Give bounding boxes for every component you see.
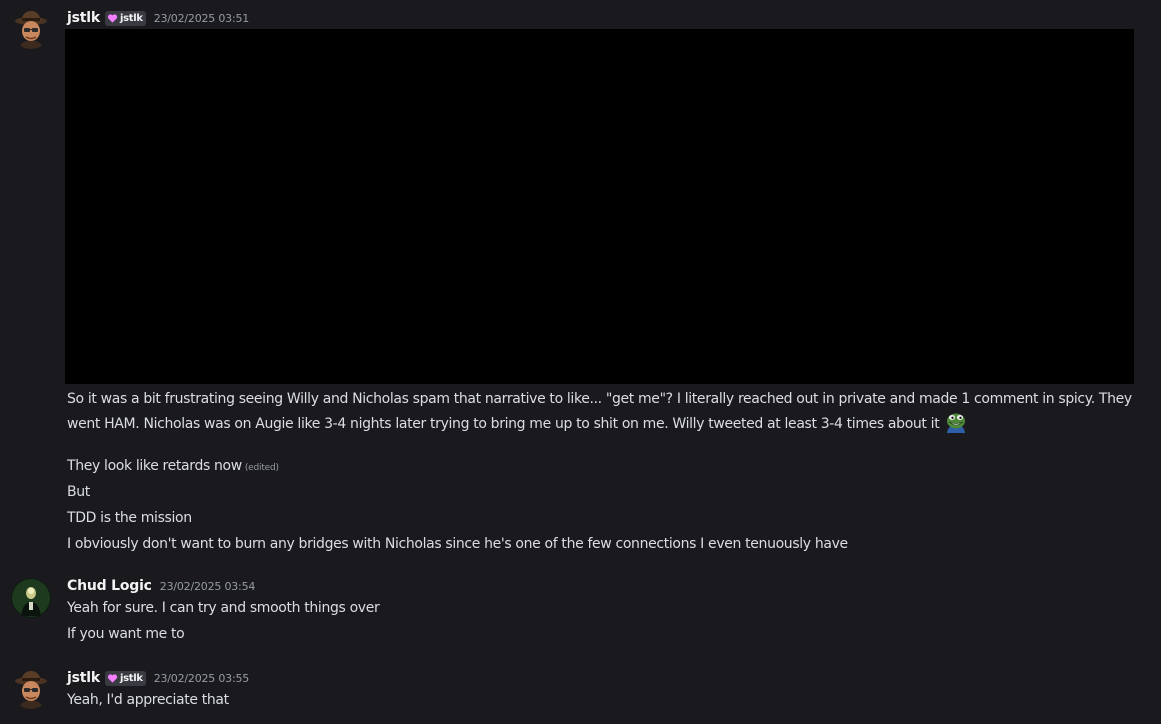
message-text: If you want me to <box>67 622 185 646</box>
cowboy-avatar-icon <box>11 669 51 709</box>
username[interactable]: jstlk <box>67 10 100 26</box>
username[interactable]: Chud Logic <box>67 578 152 594</box>
username[interactable]: jstlk <box>67 670 100 686</box>
message-text: I obviously don't want to burn any bridg… <box>67 532 848 556</box>
timestamp[interactable]: 23/02/2025 03:54 <box>160 580 256 593</box>
image-attachment[interactable] <box>65 29 1134 384</box>
chat-message-list: jstlk jstlk 23/02/2025 03:51 So it was a… <box>0 0 1161 724</box>
avatar-jstlk[interactable] <box>11 669 51 709</box>
message-text-content: TDD is the mission <box>67 510 192 526</box>
message-text-content: Yeah for sure. I can try and smooth thin… <box>67 600 380 616</box>
message-text: Yeah, I'd appreciate that <box>67 688 229 712</box>
message-text-content: If you want me to <box>67 626 185 642</box>
role-tag-label: jstlk <box>119 12 143 24</box>
timestamp[interactable]: 23/02/2025 03:55 <box>154 672 250 685</box>
heart-icon <box>107 673 118 683</box>
message-text: So it was a bit frustrating seeing Willy… <box>67 387 1147 436</box>
avatar-chud-logic[interactable] <box>11 578 51 618</box>
message-header: Chud Logic 23/02/2025 03:54 <box>67 576 255 596</box>
message-text: They look like retards now (edited) <box>67 454 279 480</box>
avatar-jstlk[interactable] <box>11 9 51 49</box>
cowboy-avatar-icon <box>11 9 51 49</box>
message-text-content: I obviously don't want to burn any bridg… <box>67 536 848 552</box>
message-text: Yeah for sure. I can try and smooth thin… <box>67 596 380 620</box>
message-text-content: So it was a bit frustrating seeing Willy… <box>67 391 1132 432</box>
role-tag-label: jstlk <box>119 672 143 684</box>
dark-portrait-avatar-icon <box>11 578 51 618</box>
message-header: jstlk jstlk 23/02/2025 03:55 <box>67 668 249 688</box>
message-text-content: They look like retards now <box>67 458 242 474</box>
message-text-content: But <box>67 484 90 500</box>
role-tag[interactable]: jstlk <box>104 10 146 26</box>
message-header: jstlk jstlk 23/02/2025 03:51 <box>67 8 249 28</box>
pepe-grin-emoji-icon <box>947 413 966 433</box>
message-text: TDD is the mission <box>67 506 192 530</box>
message-text: But <box>67 480 90 504</box>
role-tag[interactable]: jstlk <box>104 670 146 686</box>
edited-label[interactable]: (edited) <box>245 463 279 473</box>
heart-icon <box>107 13 118 23</box>
message-text-content: Yeah, I'd appreciate that <box>67 692 229 708</box>
timestamp[interactable]: 23/02/2025 03:51 <box>154 12 250 25</box>
